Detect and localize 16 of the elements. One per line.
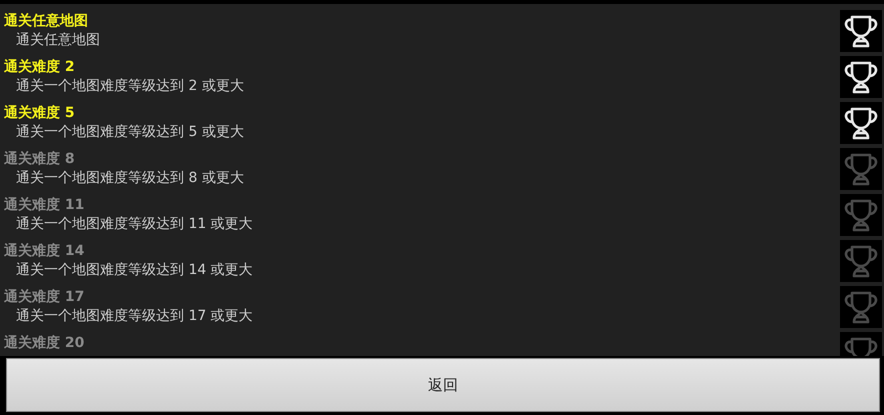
back-button[interactable]: 返回 [6,358,880,412]
achievement-description: 通关一个地图难度等级达到 11 或更大 [15,215,254,234]
achievement-description: 通关一个地图难度等级达到 2 或更大 [15,77,245,96]
achievement-title: 通关难度 14 [4,242,86,260]
achievement-title: 通关任意地图 [4,12,89,30]
achievement-description: 通关一个地图难度等级达到 5 或更大 [15,123,245,142]
achievement-title: 通关难度 8 [4,150,76,168]
achievement-description: 通关任意地图 [15,31,101,50]
achievement-description: 通关一个地图难度等级达到 17 或更大 [15,307,254,326]
achievement-title: 通关难度 17 [4,288,86,306]
achievement-description: 通关一个地图难度等级达到 8 或更大 [15,169,245,188]
achievement-description: 通关一个地图难度等级达到 14 或更大 [15,261,254,280]
achievement-title: 通关难度 2 [4,58,76,76]
achievement-title: 通关难度 20 [4,334,86,352]
achievement-title: 通关难度 5 [4,104,76,122]
achievement-title: 通关难度 11 [4,196,86,214]
